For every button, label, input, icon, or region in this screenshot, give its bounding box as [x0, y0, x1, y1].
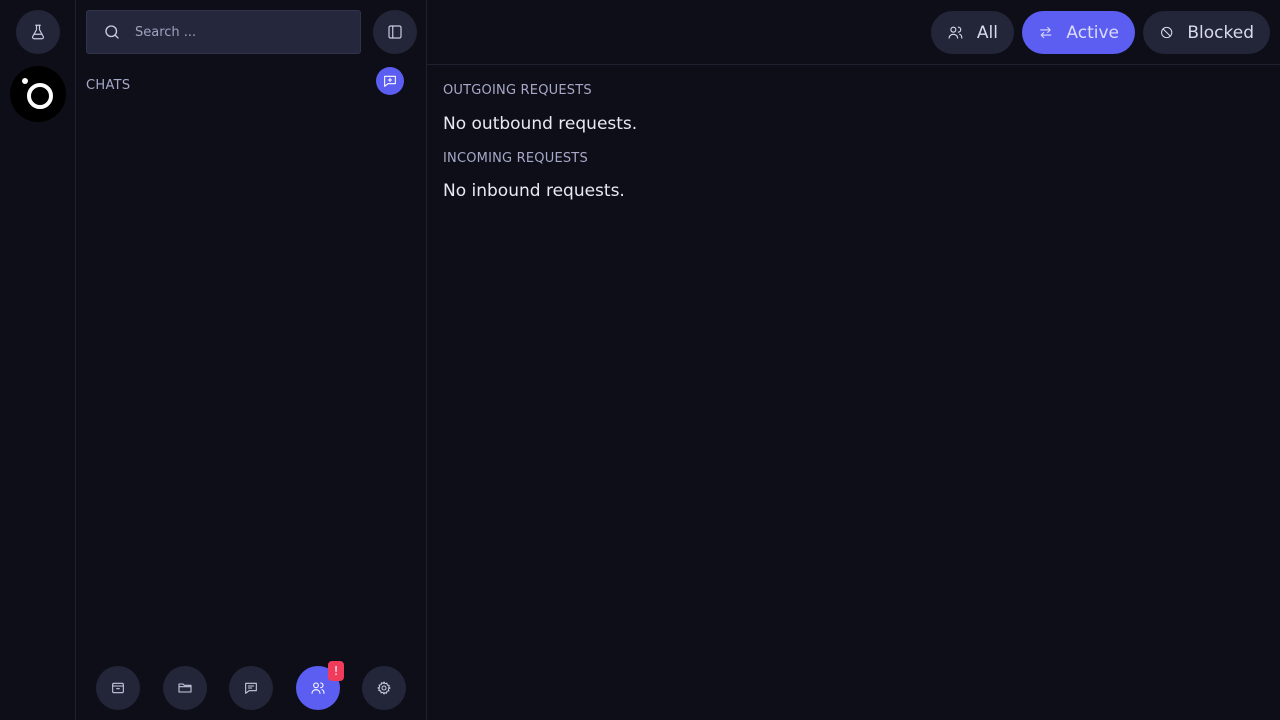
- search-icon: [105, 25, 119, 39]
- incoming-requests-label: INCOMING REQUESTS: [443, 151, 588, 166]
- block-icon: [1161, 26, 1173, 39]
- notification-badge: !: [328, 661, 344, 681]
- app-logo[interactable]: [10, 66, 66, 122]
- filter-blocked-button[interactable]: Blocked: [1143, 11, 1270, 54]
- users-icon: [311, 682, 325, 694]
- nav-chats-button[interactable]: [229, 666, 273, 710]
- flask-icon: [31, 24, 45, 40]
- outgoing-requests-label: OUTGOING REQUESTS: [443, 83, 592, 98]
- filter-active-label: Active: [1066, 22, 1119, 43]
- chat-icon: [245, 682, 257, 694]
- logo-icon: [22, 78, 53, 109]
- sidebar: CHATS: [76, 0, 427, 720]
- gear-icon: [377, 681, 391, 695]
- sidebar-toggle-icon: [388, 25, 402, 39]
- users-icon: [948, 26, 963, 39]
- filter-active-button[interactable]: Active: [1022, 11, 1135, 54]
- new-chat-button[interactable]: [376, 67, 404, 95]
- incoming-empty-message: No inbound requests.: [443, 181, 625, 201]
- swap-arrows-icon: [1040, 26, 1052, 39]
- toggle-sidebar-button[interactable]: [373, 10, 417, 54]
- chats-section-label: CHATS: [86, 78, 131, 93]
- search-box[interactable]: [86, 10, 361, 54]
- main-panel: All Active Blocked OUTGOING REQUESTS No …: [427, 0, 1280, 720]
- folder-icon: [178, 683, 192, 693]
- search-input[interactable]: [135, 24, 335, 40]
- outgoing-empty-message: No outbound requests.: [443, 114, 638, 134]
- nav-settings-button[interactable]: [362, 666, 406, 710]
- archive-icon: [112, 682, 124, 694]
- chat-add-icon: [384, 75, 396, 87]
- nav-archive-button[interactable]: [96, 666, 140, 710]
- app-window: CHATS: [0, 0, 1280, 720]
- left-rail: [0, 0, 76, 720]
- filter-all-label: All: [976, 22, 998, 43]
- nav-folder-button[interactable]: [163, 666, 207, 710]
- filter-blocked-label: Blocked: [1187, 22, 1254, 43]
- lab-button[interactable]: [16, 10, 60, 54]
- filter-bar: All Active Blocked: [427, 0, 1280, 65]
- filter-all-button[interactable]: All: [931, 11, 1014, 54]
